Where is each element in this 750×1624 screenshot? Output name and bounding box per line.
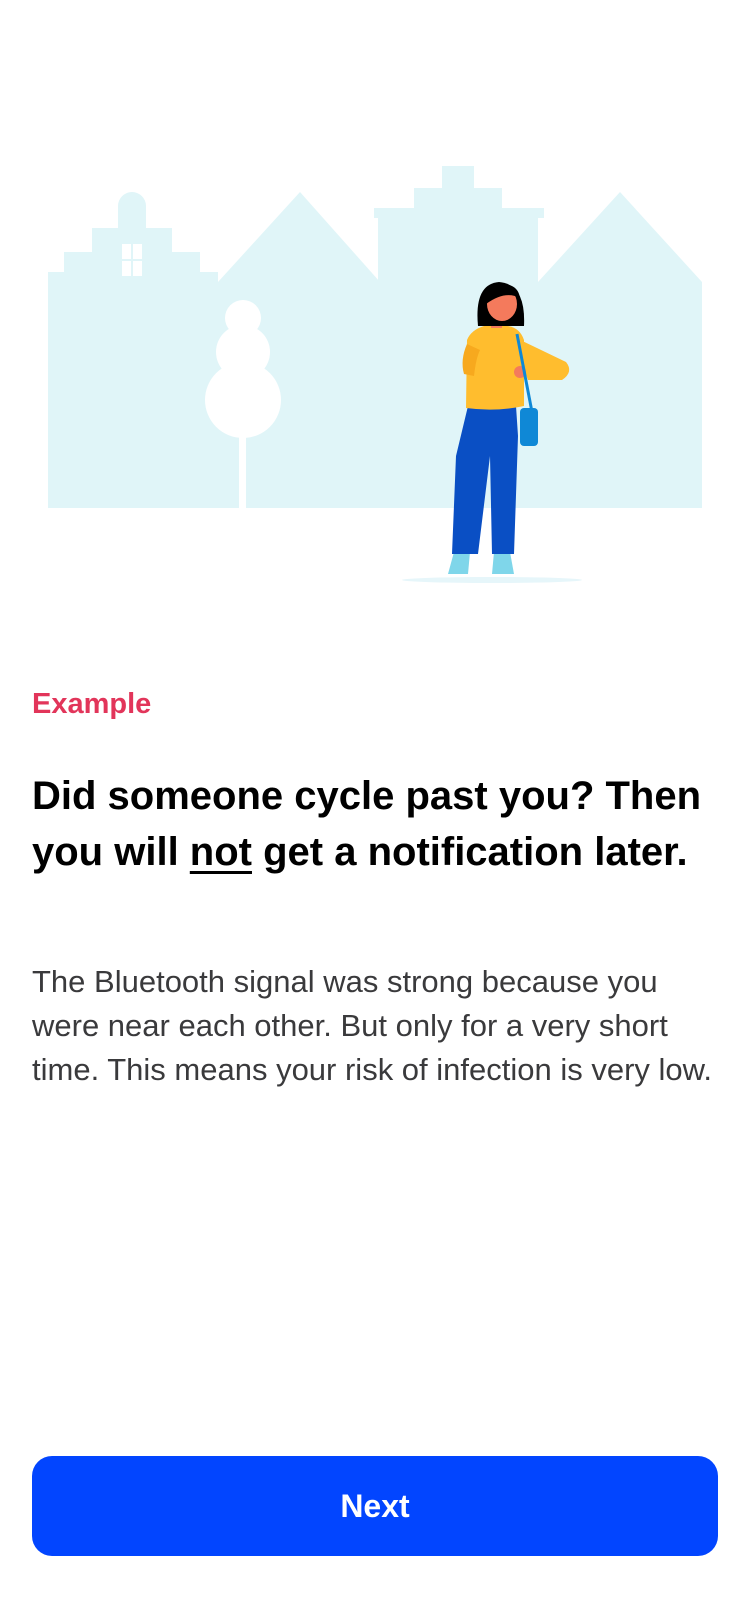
- title-text-end: get a notification later.: [251, 830, 688, 874]
- explanation-text: The Bluetooth signal was strong because …: [32, 964, 712, 1087]
- buildings-background: [48, 166, 702, 508]
- town-illustration: [48, 166, 702, 583]
- ground-shadow: [402, 577, 582, 583]
- bag-icon: [520, 408, 538, 446]
- next-button[interactable]: Next: [32, 1456, 718, 1556]
- page-title: Did someone cycle past you? Then you wil…: [32, 768, 712, 880]
- section-label: Example: [32, 688, 152, 720]
- title-emphasis: not: [189, 830, 252, 874]
